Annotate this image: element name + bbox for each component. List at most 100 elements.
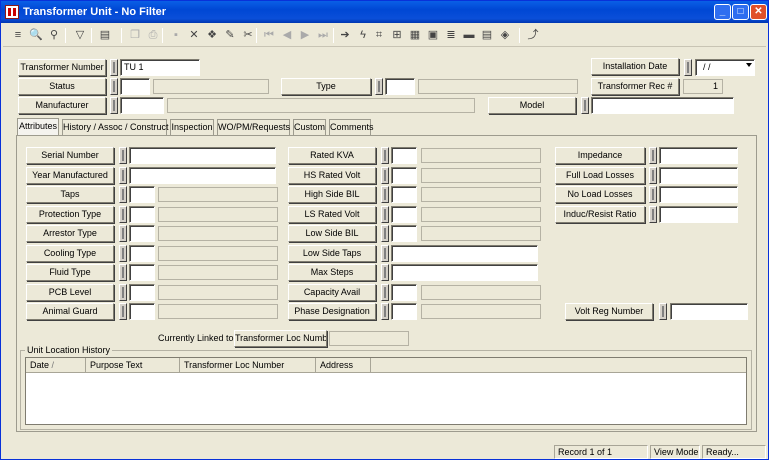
model-button[interactable]: Model	[488, 97, 576, 114]
lookup-grip[interactable]	[381, 264, 389, 281]
transformer-loc-number-button[interactable]: Transformer Loc Number	[234, 330, 327, 347]
attr-code-field[interactable]	[129, 225, 155, 242]
lookup-grip[interactable]	[119, 206, 127, 223]
type-button[interactable]: Type	[281, 78, 371, 95]
tree-icon[interactable]: ⊞	[389, 27, 405, 43]
tab-custom[interactable]: Custom	[293, 119, 326, 136]
attr-code-field[interactable]	[391, 206, 417, 223]
transformer-number-button[interactable]: Transformer Number	[18, 59, 106, 76]
attr-field[interactable]	[659, 186, 738, 203]
delete-icon[interactable]: ✕	[186, 27, 202, 43]
lookup-grip[interactable]	[119, 284, 127, 301]
volt-reg-number-button[interactable]: Volt Reg Number	[565, 303, 653, 320]
form-icon[interactable]: ▤	[97, 27, 113, 43]
attr-field[interactable]	[391, 264, 538, 281]
model-field[interactable]	[591, 97, 734, 114]
last-icon[interactable]: ⏭	[315, 27, 331, 43]
scissors-icon[interactable]: ✂	[240, 27, 256, 43]
column-header-address[interactable]: Address	[316, 358, 371, 373]
exit-icon[interactable]: ⤴	[525, 27, 541, 43]
lookup-grip[interactable]	[119, 245, 127, 262]
attr-code-field[interactable]	[391, 303, 417, 320]
copy-icon[interactable]: ❐	[127, 27, 143, 43]
attr-code-field[interactable]	[391, 186, 417, 203]
lookup-grip[interactable]	[119, 186, 127, 203]
manufacturer-button[interactable]: Manufacturer	[18, 97, 106, 114]
attr-code-field[interactable]	[391, 284, 417, 301]
attr-code-field[interactable]	[129, 186, 155, 203]
lookup-grip[interactable]	[381, 245, 389, 262]
truck-icon[interactable]: ▬	[461, 27, 477, 43]
layers-icon[interactable]: ≣	[443, 27, 459, 43]
lookup-grip[interactable]	[381, 147, 389, 164]
lookup-grip[interactable]	[581, 97, 589, 114]
installation-date-button[interactable]: Installation Date	[591, 58, 679, 75]
attr-button-low-side-taps[interactable]: Low Side Taps	[288, 245, 376, 262]
type-code-field[interactable]	[385, 78, 415, 95]
calc-icon[interactable]: ▣	[425, 27, 441, 43]
lightning-icon[interactable]: ϟ	[355, 27, 371, 43]
lookup-grip[interactable]	[649, 206, 657, 223]
status-code-field[interactable]	[120, 78, 150, 95]
attr-button-rated-kva[interactable]: Rated KVA	[288, 147, 376, 164]
find-icon[interactable]: 🔍	[28, 27, 44, 43]
attr-button-taps[interactable]: Taps	[26, 186, 114, 203]
column-header-date[interactable]: Date /	[26, 358, 86, 373]
attr-button-no-load-losses[interactable]: No Load Losses	[555, 186, 645, 203]
lookup-grip[interactable]	[110, 97, 118, 114]
status-button[interactable]: Status	[18, 78, 106, 95]
attr-button-induc-resist-ratio[interactable]: Induc/Resist Ratio	[555, 206, 645, 223]
attr-code-field[interactable]	[391, 167, 417, 184]
filter-icon[interactable]: ▽	[72, 27, 88, 43]
attr-button-impedance[interactable]: Impedance	[555, 147, 645, 164]
book-icon[interactable]: ▤	[479, 27, 495, 43]
lookup-grip[interactable]	[381, 186, 389, 203]
location-history-grid[interactable]: Date / Purpose Text Transformer Loc Numb…	[25, 357, 747, 425]
attr-field[interactable]	[129, 167, 276, 184]
attr-code-field[interactable]	[129, 284, 155, 301]
lookup-grip[interactable]	[119, 303, 127, 320]
attr-button-low-side-bil[interactable]: Low Side BIL	[288, 225, 376, 242]
binoculars-icon[interactable]: ⚲	[46, 27, 62, 43]
attr-field[interactable]	[391, 245, 538, 262]
attr-button-full-load-losses[interactable]: Full Load Losses	[555, 167, 645, 184]
close-button[interactable]: ✕	[750, 4, 767, 20]
maximize-button[interactable]: □	[732, 4, 749, 20]
attr-button-ls-rated-volt[interactable]: LS Rated Volt	[288, 206, 376, 223]
attr-code-field[interactable]	[129, 206, 155, 223]
tab-inspection[interactable]: Inspection	[170, 119, 214, 136]
tab-history[interactable]: History / Assoc / Construct	[62, 119, 169, 136]
lookup-grip[interactable]	[119, 225, 127, 242]
date-grip[interactable]	[684, 59, 692, 76]
lookup-grip[interactable]	[381, 284, 389, 301]
lookup-grip[interactable]	[649, 167, 657, 184]
attr-button-cooling-type[interactable]: Cooling Type	[26, 245, 114, 262]
attr-button-pcb-level[interactable]: PCB Level	[26, 284, 114, 301]
attr-field[interactable]	[659, 167, 738, 184]
attr-code-field[interactable]	[129, 303, 155, 320]
volt-reg-number-field[interactable]	[670, 303, 748, 320]
map-icon[interactable]: ⌗	[371, 27, 387, 43]
attr-code-field[interactable]	[129, 264, 155, 281]
attr-code-field[interactable]	[129, 245, 155, 262]
list-icon[interactable]: ≡	[10, 27, 26, 43]
attr-button-phase-designation[interactable]: Phase Designation	[288, 303, 376, 320]
attr-button-serial-number[interactable]: Serial Number	[26, 147, 114, 164]
attr-button-max-steps[interactable]: Max Steps	[288, 264, 376, 281]
lookup-grip[interactable]	[119, 147, 127, 164]
attr-button-capacity-avail[interactable]: Capacity Avail	[288, 284, 376, 301]
lookup-grip[interactable]	[375, 78, 383, 95]
lookup-grip[interactable]	[659, 303, 667, 320]
column-header-purpose-text[interactable]: Purpose Text	[86, 358, 180, 373]
lookup-grip[interactable]	[649, 147, 657, 164]
tab-comments[interactable]: Comments	[329, 119, 374, 136]
print-icon[interactable]: ⎙	[145, 27, 161, 43]
column-header-transformer-loc-number[interactable]: Transformer Loc Number	[180, 358, 316, 373]
attr-button-high-side-bil[interactable]: High Side BIL	[288, 186, 376, 203]
installation-date-field[interactable]: / /	[695, 59, 755, 76]
attr-field[interactable]	[659, 147, 738, 164]
attr-button-hs-rated-volt[interactable]: HS Rated Volt	[288, 167, 376, 184]
lookup-grip[interactable]	[381, 303, 389, 320]
lookup-grip[interactable]	[381, 206, 389, 223]
attr-button-fluid-type[interactable]: Fluid Type	[26, 264, 114, 281]
